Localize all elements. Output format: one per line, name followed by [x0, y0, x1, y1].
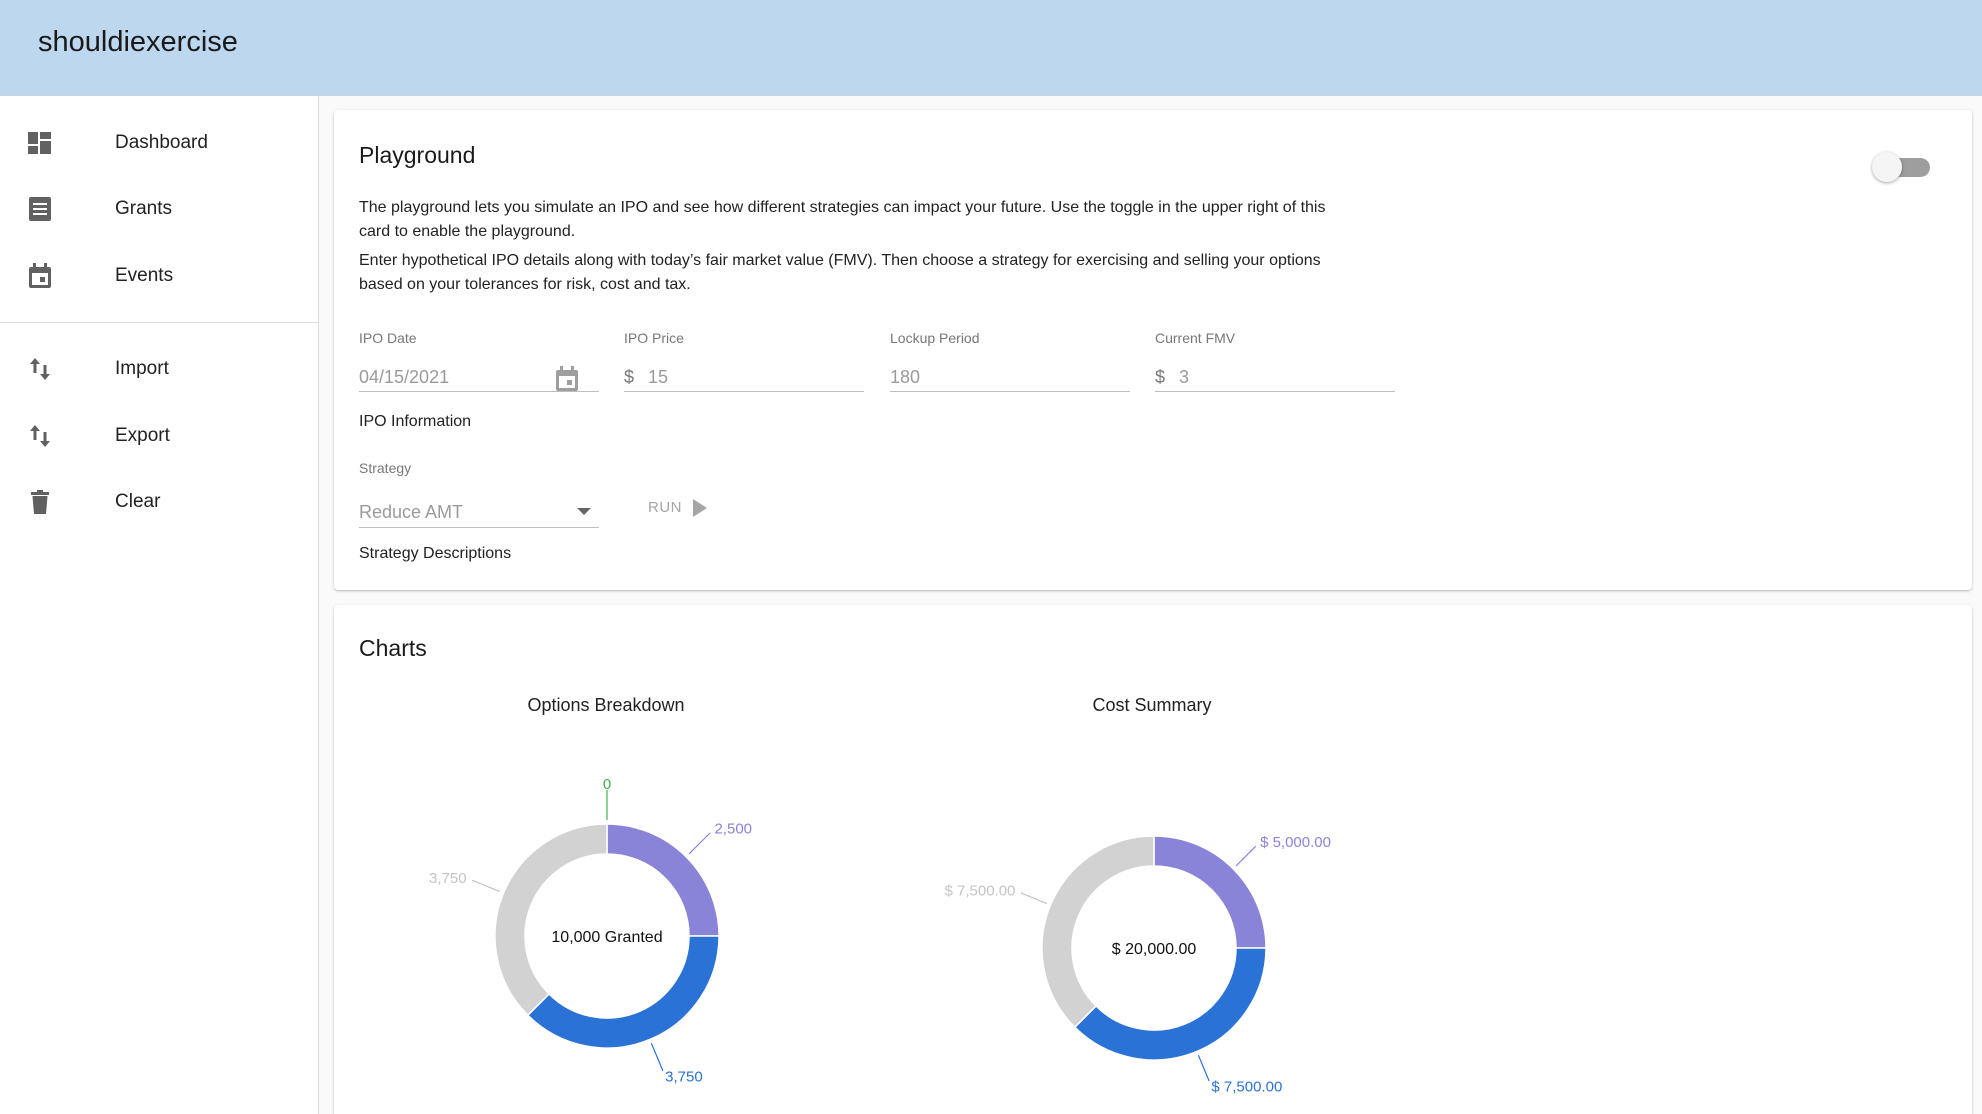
- strategy-value: Reduce AMT: [359, 502, 464, 522]
- dashboard-icon: [28, 132, 51, 154]
- sidebar-item-label: Import: [115, 358, 169, 379]
- chevron-down-icon: [577, 508, 591, 515]
- sidebar-item-label: Export: [115, 425, 170, 446]
- sidebar-item-grants[interactable]: Grants: [0, 176, 318, 242]
- ipo-price-field[interactable]: IPO Price $ 15: [624, 330, 864, 392]
- slice-label: 3,750: [429, 870, 467, 887]
- ipo-price-value: 15: [648, 367, 669, 387]
- lockup-period-label: Lockup Period: [890, 330, 980, 346]
- lockup-period-value: 180: [890, 367, 921, 387]
- donut-slice: [1041, 835, 1155, 1029]
- donut-center-label: 10,000 Granted: [551, 929, 662, 946]
- sidebar-item-clear[interactable]: Clear: [0, 469, 318, 535]
- playground-title: Playground: [359, 142, 476, 168]
- sidebar-divider: [0, 322, 318, 323]
- current-fmv-underline: [1155, 391, 1395, 392]
- playground-card: Playground The playground lets you simul…: [334, 110, 1972, 590]
- sidebar-item-label: Dashboard: [115, 132, 208, 153]
- strategy-select[interactable]: Strategy Reduce AMT: [359, 460, 599, 528]
- swap-vertical-icon: [30, 425, 50, 447]
- sidebar-item-events[interactable]: Events: [0, 243, 318, 309]
- slice-label: $ 7,500.00: [945, 883, 1016, 900]
- donut-center-label: $ 20,000.00: [1112, 941, 1197, 958]
- donut-slice: [1073, 947, 1267, 1061]
- strategy-descriptions-link[interactable]: Strategy Descriptions: [359, 545, 511, 563]
- calendar-icon: [29, 263, 51, 288]
- strategy-label: Strategy: [359, 460, 412, 476]
- sidebar-item-label: Events: [115, 265, 174, 286]
- run-label: RUN: [648, 499, 682, 516]
- ipo-date-underline: [359, 391, 599, 392]
- playground-toggle[interactable]: [1872, 150, 1932, 182]
- run-button[interactable]: RUN: [634, 490, 714, 526]
- leader-line: [1197, 1054, 1210, 1082]
- donut-slice: [494, 823, 608, 1017]
- ipo-date-value: 04/15/2021: [359, 367, 450, 387]
- list-alt-icon: [29, 197, 51, 221]
- sidebar-item-label: Grants: [115, 198, 173, 219]
- leader-line: [1235, 845, 1257, 867]
- charts-card: Charts Options Breakdown Cost Summary 02…: [334, 605, 1972, 1114]
- donut-options-breakdown: 0 2,500 3,750 3,750 10,000 Granted: [429, 776, 752, 1085]
- slice-label: 3,750: [665, 1068, 703, 1085]
- slice-label: $ 7,500.00: [1211, 1079, 1282, 1096]
- playground-description: The playground lets you simulate an IPO …: [359, 199, 1326, 240]
- app-title: shouldiexercise: [38, 26, 238, 58]
- slice-label: 0: [603, 776, 611, 793]
- charts-canvas: 0 2,500 3,750 3,750 10,000 Granted $ 5,000.0…: [429, 776, 1331, 1096]
- current-fmv-value: 3: [1179, 367, 1190, 387]
- current-fmv-prefix: $: [1155, 367, 1166, 387]
- strategy-underline: [359, 527, 599, 528]
- ipo-price-prefix: $: [624, 367, 635, 387]
- ipo-information-link[interactable]: IPO Information: [359, 413, 471, 431]
- sidebar-item-label: Clear: [115, 491, 161, 512]
- slice-label: 2,500: [714, 821, 752, 838]
- leader-line: [688, 832, 711, 855]
- sidebar-item-import[interactable]: Import: [0, 336, 318, 402]
- sidebar-item-export[interactable]: Export: [0, 403, 318, 469]
- sidebar-item-dashboard[interactable]: Dashboard: [0, 110, 318, 176]
- ipo-price-underline: [624, 391, 864, 392]
- lockup-period-underline: [890, 391, 1130, 392]
- leader-line: [1020, 892, 1048, 905]
- slice-label: $ 5,000.00: [1260, 834, 1331, 851]
- ipo-date-field[interactable]: IPO Date 04/15/2021: [359, 330, 599, 392]
- donut-cost-summary: $ 5,000.00 $ 7,500.00 $ 7,500.00 $ 20,000.0…: [945, 834, 1331, 1096]
- donut-slice: [526, 935, 720, 1049]
- trash-icon: [31, 490, 49, 514]
- current-fmv-field[interactable]: Current FMV $ 3: [1155, 330, 1395, 392]
- ipo-price-label: IPO Price: [624, 330, 684, 346]
- swap-vertical-icon: [30, 358, 50, 380]
- current-fmv-label: Current FMV: [1155, 330, 1236, 346]
- lockup-period-field[interactable]: Lockup Period 180: [890, 330, 1130, 392]
- app-bar: shouldiexercise: [0, 0, 1982, 96]
- calendar-icon[interactable]: [555, 366, 579, 392]
- ipo-date-label: IPO Date: [359, 330, 417, 346]
- toggle-thumb: [1872, 152, 1902, 182]
- leader-line: [650, 1042, 664, 1072]
- playground-instructions: Enter hypothetical IPO details along wit…: [359, 252, 1321, 293]
- play-icon: [693, 499, 707, 517]
- leader-line: [471, 879, 501, 893]
- sidebar: Dashboard Grants Events Import Export Cl…: [0, 96, 319, 1114]
